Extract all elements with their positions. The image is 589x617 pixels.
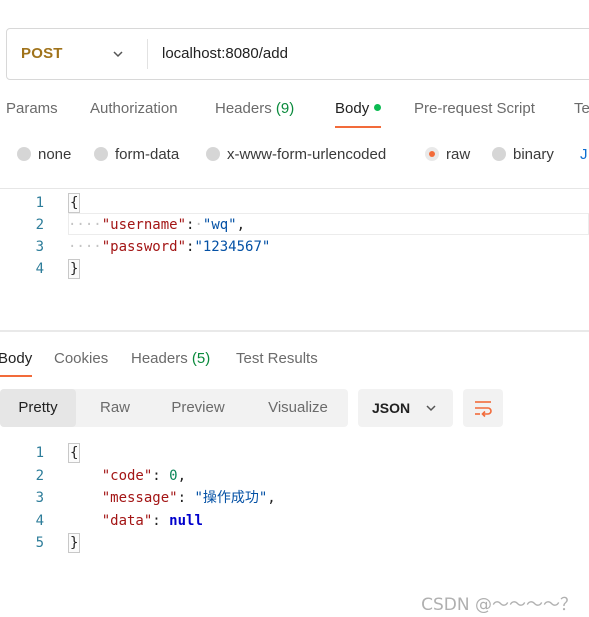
chevron-down-icon[interactable]	[111, 47, 125, 61]
tab-cookies[interactable]: Cookies	[54, 346, 108, 372]
open-brace: {	[68, 443, 81, 463]
indent: ····	[68, 217, 102, 233]
view-pretty-button[interactable]: Pretty	[0, 389, 76, 427]
tab-label: Params	[6, 100, 58, 117]
line-number: 3	[35, 239, 44, 255]
view-visualize-button[interactable]: Visualize	[256, 389, 340, 427]
json-key: "username"	[101, 217, 187, 233]
line-number: 2	[35, 468, 44, 484]
code-line: {	[68, 192, 81, 214]
json-key: "data"	[101, 513, 153, 529]
radio-none[interactable]: none	[17, 142, 71, 168]
json-key: "code"	[101, 468, 153, 484]
url-input[interactable]: localhost:8080/add	[162, 29, 288, 79]
close-brace: }	[68, 259, 81, 279]
code-line: }	[68, 258, 81, 280]
radio-form-data[interactable]: form-data	[94, 142, 179, 168]
radio-circle-icon	[94, 147, 108, 161]
code-line: ····"username":·"wq",	[68, 214, 245, 236]
json-value: null	[169, 513, 203, 529]
line-number: 5	[35, 535, 44, 551]
tab-label: Cookies	[54, 350, 109, 367]
radio-binary[interactable]: binary	[492, 142, 554, 168]
tab-label: Headers	[131, 350, 188, 367]
space-marker: ·	[194, 217, 203, 233]
radio-label: form-data	[115, 146, 180, 163]
radio-label: none	[38, 146, 72, 163]
radio-x-www-form-urlencoded[interactable]: x-www-form-urlencoded	[206, 142, 386, 168]
json-value: 0	[169, 468, 178, 484]
url-divider	[147, 39, 148, 69]
tab-test-results[interactable]: Test Results	[236, 346, 318, 372]
code-line: }	[68, 532, 81, 554]
modified-dot-icon	[374, 104, 382, 111]
line-number: 2	[35, 217, 44, 233]
json-key: "message"	[101, 490, 178, 506]
open-brace: {	[68, 193, 81, 213]
watermark: CSDN @～～～～？	[421, 595, 577, 615]
line-number: 4	[35, 513, 44, 529]
tab-label: Body	[0, 350, 33, 367]
format-dropdown[interactable]: J	[580, 142, 588, 168]
radio-label: x-www-form-urlencoded	[227, 146, 387, 163]
format-label: JSON	[372, 400, 411, 416]
code-line: {	[68, 442, 81, 464]
method-select[interactable]: POST	[21, 29, 63, 79]
json-value: "操作成功"	[194, 490, 268, 506]
close-brace: }	[68, 533, 81, 553]
tab-body[interactable]: Body	[335, 96, 382, 128]
tab-pre-request-script[interactable]: Pre-request Script	[414, 96, 535, 122]
tab-params[interactable]: Params	[6, 96, 58, 122]
json-value: "wq"	[202, 217, 237, 233]
format-select[interactable]: JSON	[358, 389, 453, 427]
radio-circle-icon	[17, 147, 31, 161]
tab-label: Headers	[215, 100, 272, 117]
tab-label: Pre-request Script	[414, 100, 535, 117]
divider	[0, 188, 589, 189]
tab-count: (9)	[275, 100, 295, 117]
tab-label: Test Results	[236, 350, 318, 367]
code-line: ····"password":"1234567"	[68, 236, 270, 258]
code-line: "code": 0,	[101, 468, 187, 484]
tab-label: Authorization	[90, 100, 178, 117]
code-line: "message": "操作成功",	[101, 490, 276, 506]
wrap-lines-button[interactable]	[463, 389, 503, 427]
radio-raw[interactable]: raw	[425, 142, 470, 168]
radio-selected-icon	[425, 147, 439, 161]
line-number: 3	[35, 490, 44, 506]
request-tabs: Params Authorization Headers (9) Body Pr…	[0, 96, 589, 130]
line-number: 1	[35, 445, 44, 461]
tab-tests[interactable]: Te	[574, 96, 589, 122]
radio-circle-icon	[492, 147, 506, 161]
chevron-down-icon	[426, 405, 436, 412]
body-type-radios: none form-data x-www-form-urlencoded raw…	[0, 142, 589, 168]
url-bar: POST localhost:8080/add	[6, 28, 589, 80]
indent: ····	[68, 239, 102, 255]
line-number: 4	[35, 261, 44, 277]
view-raw-button[interactable]: Raw	[86, 389, 144, 427]
radio-label: raw	[446, 146, 471, 163]
tab-label: Te	[574, 100, 589, 117]
view-mode-segmented: Pretty Raw Preview Visualize	[0, 389, 348, 427]
radio-circle-icon	[206, 147, 220, 161]
tab-response-headers[interactable]: Headers (5)	[131, 346, 210, 372]
tab-label: Body	[335, 100, 370, 117]
code-line: "data": null	[101, 513, 203, 529]
tab-authorization[interactable]: Authorization	[90, 96, 178, 122]
json-value: "1234567"	[194, 239, 271, 255]
line-number: 1	[35, 195, 44, 211]
tab-response-body[interactable]: Body	[0, 346, 33, 377]
json-comma: ,	[236, 217, 246, 233]
response-tabs: Body Cookies Headers (5) Test Results	[0, 346, 589, 377]
view-preview-button[interactable]: Preview	[160, 389, 236, 427]
tab-headers[interactable]: Headers (9)	[215, 96, 294, 122]
panel-resizer[interactable]	[0, 330, 589, 332]
tab-count: (5)	[191, 350, 211, 367]
wrap-lines-icon	[475, 401, 492, 418]
json-key: "password"	[101, 239, 187, 255]
radio-label: binary	[513, 146, 554, 163]
